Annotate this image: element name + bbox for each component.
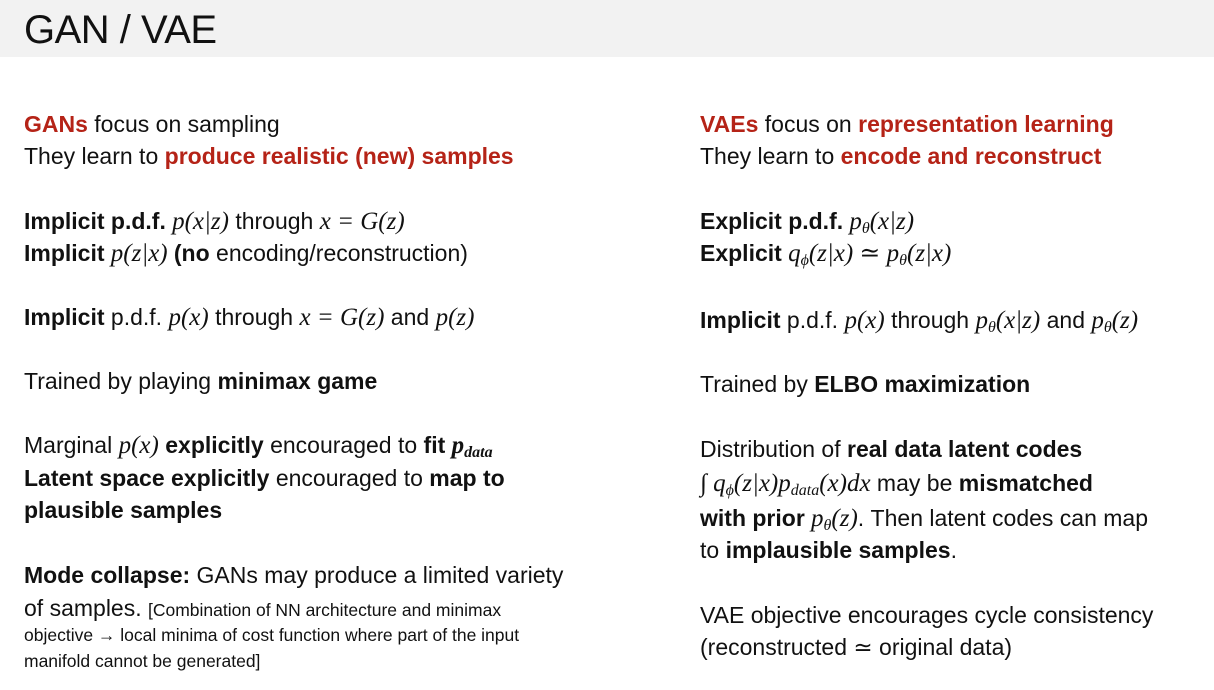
vae-line-4: Explicit qϕ(z|x) ≃ pθ(z|x)	[700, 240, 952, 269]
vae-line-6: Trained by ELBO maximization	[700, 371, 1031, 397]
gan-line-3: Implicit p.d.f. p(x|z) through x = G(z)	[24, 208, 405, 235]
gan-line-7: Marginal p(x) explicitly encouraged to f…	[24, 432, 493, 461]
gan-line-2: They learn to produce realistic (new) sa…	[24, 143, 514, 169]
gan-line-10: Mode collapse: GANs may produce a limite…	[24, 562, 564, 588]
gan-line-13: manifold cannot be generated]	[24, 651, 261, 671]
vae-line-7: Distribution of real data latent codes	[700, 436, 1083, 462]
vae-line-1: VAEs focus on representation learning	[700, 111, 1114, 137]
vae-line-8: ∫ qϕ(z|x)pdata(x)dx may be mismatched	[700, 470, 1093, 499]
gan-line-4: Implicit p(z|x) (no encoding/reconstruct…	[24, 240, 468, 267]
gan-line-5: Implicit p.d.f. p(x) through x = G(z) an…	[24, 304, 475, 331]
vae-line-2: They learn to encode and reconstruct	[700, 143, 1102, 169]
gan-line-11: of samples. [Combination of NN architect…	[24, 595, 502, 621]
vaes-term: VAEs	[700, 111, 759, 137]
gan-line-6: Trained by playing minimax game	[24, 368, 378, 394]
gan-line-12: objective → local minima of cost functio…	[24, 625, 520, 645]
gan-line-1: GANs focus on sampling	[24, 111, 280, 137]
vae-line-3: Explicit p.d.f. pθ(x|z)	[700, 208, 915, 237]
vae-line-9: with prior pθ(z). Then latent codes can …	[700, 505, 1149, 534]
vae-line-5: Implicit p.d.f. p(x) through pθ(x|z) and…	[700, 307, 1139, 336]
vae-line-11: VAE objective encourages cycle consisten…	[700, 602, 1154, 628]
vae-line-10: to implausible samples.	[700, 537, 957, 563]
gan-line-9: plausible samples	[24, 497, 223, 523]
vae-line-12: (reconstructed ≃ original data)	[700, 634, 1013, 660]
slide-title: GAN / VAE	[24, 8, 217, 52]
gan-line-8: Latent space explicitly encouraged to ma…	[24, 465, 505, 491]
gans-term: GANs	[24, 111, 88, 137]
